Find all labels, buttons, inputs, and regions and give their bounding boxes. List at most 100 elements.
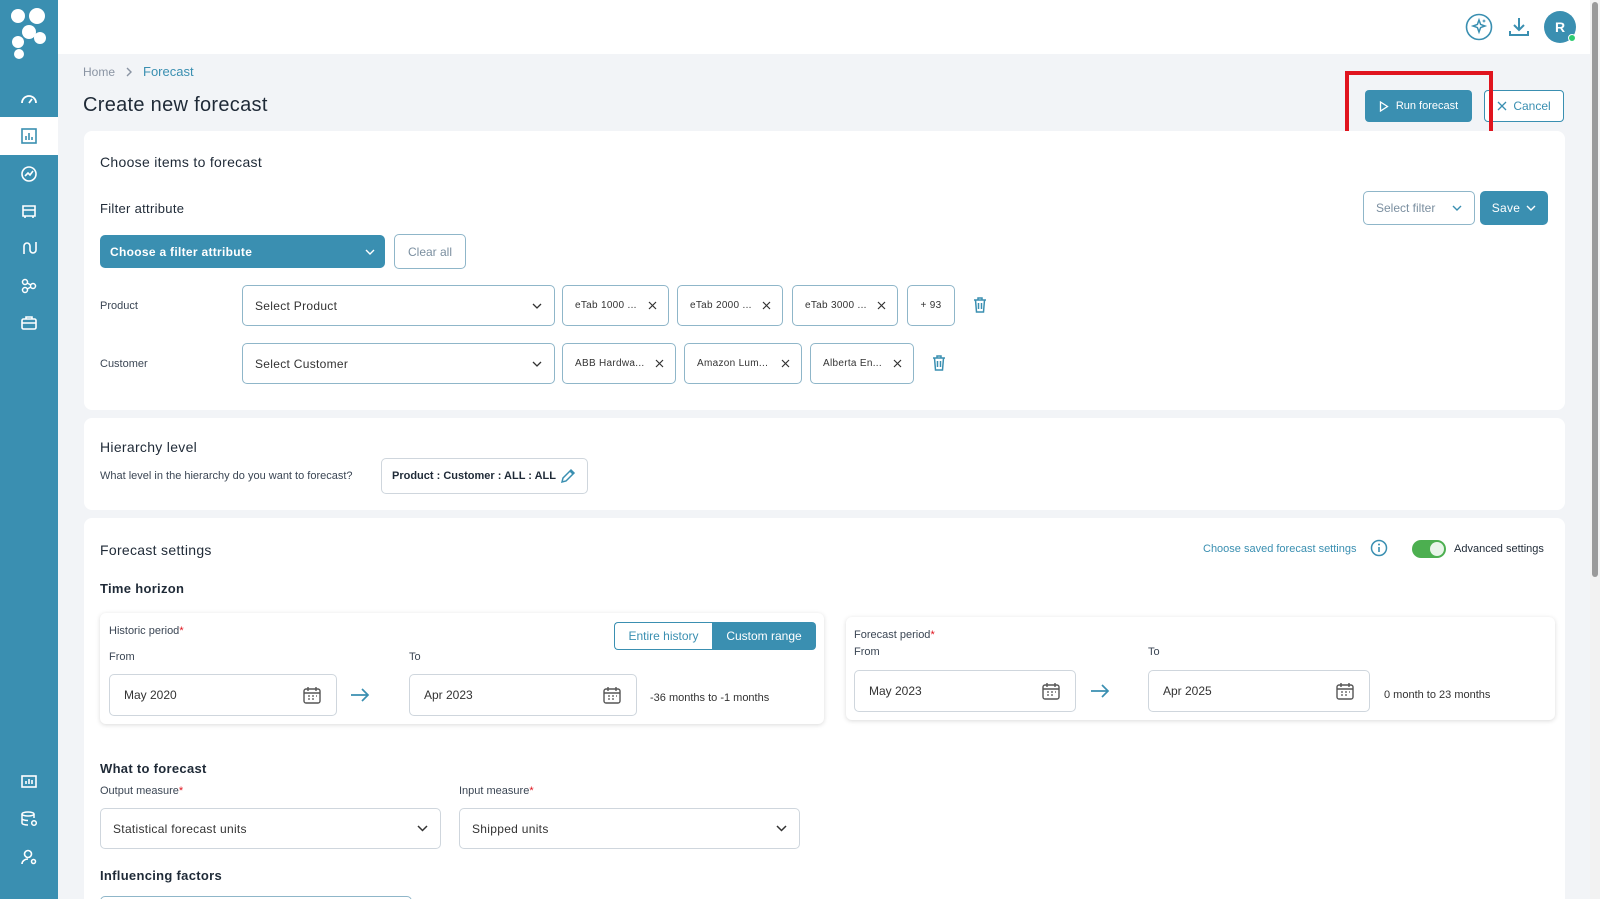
trash-icon[interactable] <box>971 296 989 314</box>
more-count: + 93 <box>920 300 942 311</box>
clear-all-button[interactable]: Clear all <box>394 234 466 269</box>
output-measure-value: Statistical forecast units <box>113 821 247 836</box>
sidebar-item-network[interactable] <box>0 267 58 305</box>
cancel-button[interactable]: Cancel <box>1484 90 1564 122</box>
info-icon[interactable] <box>1370 539 1388 557</box>
select-product-dropdown[interactable]: Select Product <box>242 285 555 326</box>
historic-period-label: Historic period* <box>109 625 184 637</box>
select-filter-dropdown[interactable]: Select filter <box>1363 191 1475 225</box>
chip-label: ABB Hardwa... <box>575 358 645 369</box>
online-status-dot <box>1568 34 1576 42</box>
breadcrumb: Home Forecast <box>83 64 194 79</box>
calendar-icon[interactable] <box>602 685 622 705</box>
calendar-icon[interactable] <box>1335 681 1355 701</box>
dashboard-icon <box>21 95 37 104</box>
filter-attribute-label: Filter attribute <box>100 201 185 216</box>
ai-sparkle-icon[interactable] <box>1464 12 1494 42</box>
historic-from-date-input[interactable]: May 2020 <box>109 674 337 716</box>
cancel-label: Cancel <box>1513 99 1551 113</box>
product-row-label: Product <box>100 300 138 312</box>
hierarchy-level-value: Product : Customer : ALL : ALL <box>392 470 556 482</box>
sidebar-item-inventory[interactable] <box>0 192 58 230</box>
chevron-down-icon <box>532 303 542 309</box>
historic-from-value: May 2020 <box>124 688 177 702</box>
product-chip: eTab 2000 ... <box>677 285 783 326</box>
page-title: Create new forecast <box>83 94 268 116</box>
sidebar <box>0 0 58 899</box>
choose-items-title: Choose items to forecast <box>100 154 263 170</box>
forecast-settings-title: Forecast settings <box>100 542 212 558</box>
remove-chip-icon[interactable] <box>875 300 887 312</box>
entire-history-tab[interactable]: Entire history <box>614 622 712 650</box>
custom-range-tab[interactable]: Custom range <box>712 622 816 650</box>
historic-to-value: Apr 2023 <box>424 688 473 702</box>
select-customer-dropdown[interactable]: Select Customer <box>242 343 555 384</box>
chip-label: Alberta En... <box>823 358 882 369</box>
influencing-factors-title: Influencing factors <box>100 868 222 883</box>
run-forecast-button[interactable]: Run forecast <box>1365 90 1472 122</box>
sidebar-item-database-settings[interactable] <box>0 800 58 838</box>
select-product-placeholder: Select Product <box>255 298 338 313</box>
sidebar-item-forecast[interactable] <box>0 117 58 155</box>
calendar-icon[interactable] <box>302 685 322 705</box>
hierarchy-question: What level in the hierarchy do you want … <box>100 470 353 482</box>
advanced-settings-toggle[interactable] <box>1412 540 1446 558</box>
product-chip: eTab 1000 ... <box>562 285 669 326</box>
remove-chip-icon[interactable] <box>646 300 658 312</box>
scrollbar-thumb[interactable] <box>1592 2 1598 577</box>
chip-label: eTab 2000 ... <box>690 300 752 311</box>
clear-all-label: Clear all <box>407 244 452 259</box>
remove-chip-icon[interactable] <box>653 358 665 370</box>
output-measure-dropdown[interactable]: Statistical forecast units <box>100 808 441 849</box>
input-measure-dropdown[interactable]: Shipped units <box>459 808 800 849</box>
trash-icon[interactable] <box>930 354 948 372</box>
hierarchy-level-field[interactable]: Product : Customer : ALL : ALL <box>381 458 588 494</box>
arrow-right-icon <box>351 688 370 702</box>
sidebar-item-reports[interactable] <box>0 762 58 800</box>
chip-label: Amazon Lum... <box>697 358 769 369</box>
inventory-icon <box>22 205 36 218</box>
forecast-chart-icon <box>21 128 37 144</box>
forecast-from-date-input[interactable]: May 2023 <box>854 670 1076 712</box>
breadcrumb-current: Forecast <box>143 64 194 79</box>
sidebar-item-analytics[interactable] <box>0 155 58 193</box>
close-icon <box>1497 101 1507 111</box>
customer-chip: Amazon Lum... <box>684 343 802 384</box>
chevron-down-icon <box>1526 205 1536 211</box>
run-forecast-label: Run forecast <box>1395 100 1459 112</box>
historic-to-label: To <box>409 651 421 663</box>
breadcrumb-home[interactable]: Home <box>83 65 115 79</box>
save-button[interactable]: Save <box>1480 191 1548 225</box>
remove-chip-icon[interactable] <box>891 358 903 370</box>
historic-period-panel: Historic period* Entire history Custom r… <box>100 613 824 724</box>
more-products-chip[interactable]: + 93 <box>907 285 955 326</box>
play-icon <box>1379 100 1389 112</box>
forecast-to-date-input[interactable]: Apr 2025 <box>1148 670 1370 712</box>
app-logo[interactable] <box>10 6 48 60</box>
choose-filter-attribute-dropdown[interactable]: Choose a filter attribute <box>100 235 385 268</box>
choose-saved-settings-link[interactable]: Choose saved forecast settings <box>1203 543 1356 555</box>
avatar-initial: R <box>1554 19 1566 35</box>
chip-label: eTab 3000 ... <box>805 300 867 311</box>
sidebar-item-flow[interactable] <box>0 229 58 267</box>
top-bar <box>58 0 1590 54</box>
calendar-icon[interactable] <box>1041 681 1061 701</box>
advanced-settings-label: Advanced settings <box>1454 543 1544 555</box>
page-scrollbar[interactable] <box>1590 0 1600 899</box>
historic-to-date-input[interactable]: Apr 2023 <box>409 674 637 716</box>
sidebar-item-briefcase[interactable] <box>0 304 58 342</box>
chip-label: eTab 1000 ... <box>575 300 637 311</box>
input-measure-label: Input measure* <box>459 785 534 797</box>
remove-chip-icon[interactable] <box>760 300 772 312</box>
what-to-forecast-title: What to forecast <box>100 761 207 776</box>
choose-filter-label: Choose a filter attribute <box>110 244 253 259</box>
download-icon[interactable] <box>1504 12 1534 42</box>
sidebar-item-dashboard[interactable] <box>0 80 58 118</box>
input-measure-value: Shipped units <box>472 821 549 836</box>
user-avatar[interactable]: R <box>1544 11 1576 43</box>
chevron-down-icon <box>532 361 542 367</box>
sidebar-item-user-settings[interactable] <box>0 838 58 876</box>
edit-pencil-icon[interactable] <box>559 467 577 485</box>
remove-chip-icon[interactable] <box>779 358 791 370</box>
time-horizon-title: Time horizon <box>100 581 185 596</box>
